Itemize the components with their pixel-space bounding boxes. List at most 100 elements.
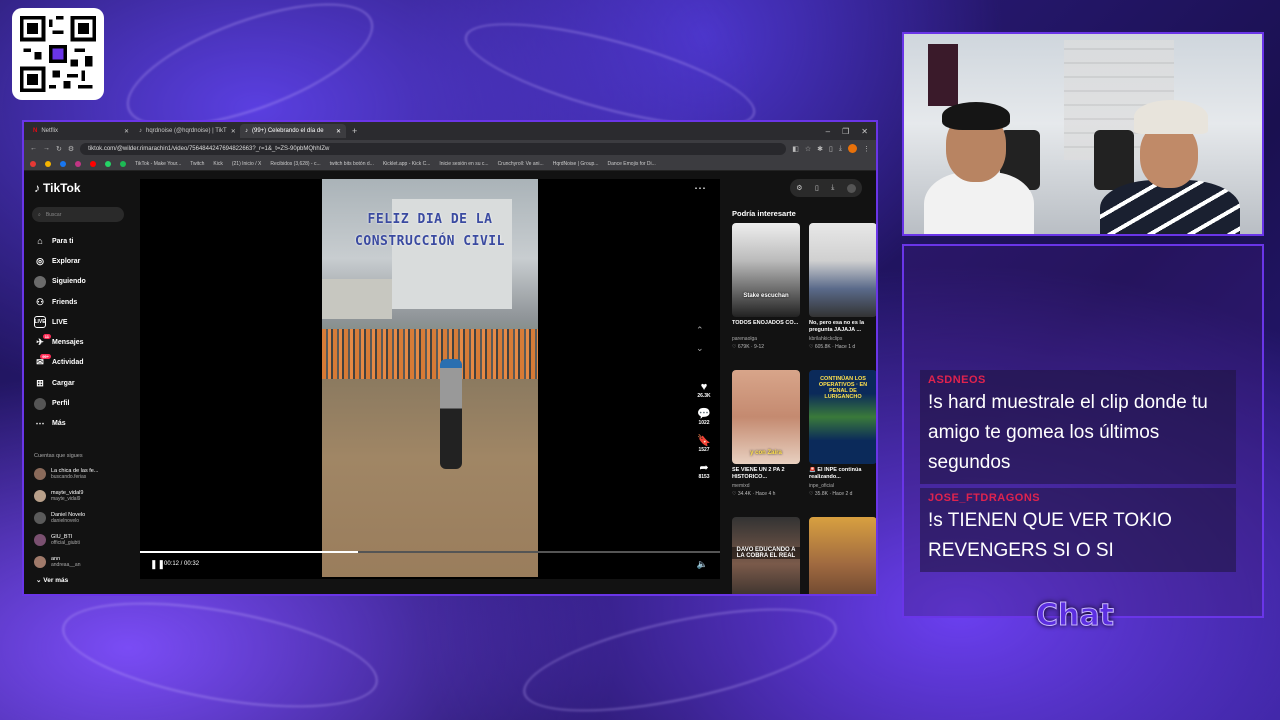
bookmark-icon[interactable] (45, 160, 51, 167)
sidebar-item-mensajes[interactable]: ✈ 11 Mensajes (34, 332, 86, 352)
settings-icon[interactable]: ⚙ (796, 184, 802, 192)
tab-netflix[interactable]: N Netflix ✕ (28, 124, 134, 138)
avatar (34, 556, 46, 568)
site-info-icon[interactable]: ⚙ (68, 145, 74, 153)
bookmark-twitch[interactable]: Twitch (190, 161, 204, 167)
tab-active-video[interactable]: ♪ (99+) Celebrando el día de ✕ (240, 124, 346, 138)
bookmark-dance-emojis[interactable]: Dance Emojis for Di... (607, 161, 655, 167)
star-icon[interactable]: ☆ (805, 145, 811, 153)
url-field[interactable]: tiktok.com/@wilder.rimarachin1/video/756… (80, 142, 787, 155)
avatar[interactable] (846, 183, 856, 193)
following-account[interactable]: ann andreaa__an (34, 551, 98, 573)
webcam-feed (902, 32, 1264, 236)
following-account[interactable]: GIU_BTI official_giubti (34, 529, 98, 551)
bookmark-twitch-bits[interactable]: twitch bits botón d... (330, 161, 374, 167)
card-author: inpe_oficial (809, 483, 835, 489)
following-account[interactable]: mayte_vidal9 mayte_vidal9 (34, 485, 98, 507)
pause-icon[interactable]: ❚❚ (150, 559, 165, 570)
sidebar-item-actividad[interactable]: ✉ 99+ Actividad (34, 353, 86, 373)
suggestion-card[interactable]: Stake escuchan TODOS ENOJADOS CO... pare… (732, 223, 800, 350)
more-options-icon[interactable]: ⋯ (694, 181, 707, 195)
sidebar-item-friends[interactable]: ⚇ Friends (34, 292, 86, 312)
new-tab-button[interactable]: + (346, 126, 363, 136)
close-window-icon[interactable]: ✕ (861, 127, 868, 136)
bookmark-icon[interactable] (60, 160, 66, 167)
bookmark-icon[interactable] (75, 160, 81, 167)
card-author: kbrilahkickclips (809, 336, 843, 342)
download-icon[interactable]: ⤓ (839, 145, 842, 153)
download-icon[interactable]: ⤓ (831, 184, 834, 192)
tab-hqrdnoise[interactable]: ♪ hqrdnoise (@hqrdnoise) | TikT ✕ (134, 124, 240, 138)
chevron-down-icon[interactable]: ⌄ (696, 339, 704, 357)
bookmark-tiktok[interactable]: TikTok - Make Your... (135, 161, 181, 167)
sidebar-icon[interactable]: ▯ (829, 145, 833, 153)
sidebar-item-mas[interactable]: ⋯ Más (34, 414, 86, 434)
suggestion-card[interactable]: y con Zaira SE VIENE UN 2 PA 2 HISTORICO… (732, 370, 800, 497)
close-tab-icon[interactable]: ✕ (336, 128, 341, 135)
bookmark-icon[interactable] (120, 160, 126, 167)
share-icon: ➦ (699, 462, 709, 474)
profile-avatar[interactable] (848, 144, 857, 153)
suggestion-card[interactable] (809, 517, 876, 594)
maximize-icon[interactable]: ❐ (842, 127, 849, 136)
bookmark-kick[interactable]: Kick (213, 161, 222, 167)
back-icon[interactable]: ← (30, 145, 37, 152)
reload-icon[interactable]: ↻ (56, 145, 62, 153)
phone-icon[interactable]: ▯ (815, 184, 819, 192)
bookmark-x[interactable]: (21) Inicio / X (232, 161, 261, 167)
bookmark-icon[interactable] (30, 160, 36, 167)
profile-icon (34, 397, 46, 410)
like-button[interactable]: ♥ 26.3K (692, 381, 716, 399)
player-toolbar: ⚙ ▯ ⤓ (790, 179, 862, 197)
forward-icon[interactable]: → (43, 145, 50, 152)
see-more-button[interactable]: ⌄ Ver más (36, 576, 68, 584)
bookmark-login[interactable]: Inicie sesión en su c... (439, 161, 488, 167)
sidebar-item-para-ti[interactable]: ⌂ Para ti (34, 231, 86, 251)
video-player[interactable]: FELIZ DIA DE LA CONSTRUCCIÓN CIVIL ❚❚ 00… (140, 179, 720, 579)
card-author: memixd (732, 483, 750, 489)
sidebar-item-label: Actividad (52, 359, 84, 367)
bookmark-button[interactable]: 🔖 1527 (692, 434, 716, 453)
sidebar-item-label: Cargar (52, 379, 75, 387)
sidebar-item-siguiendo[interactable]: Siguiendo (34, 272, 86, 292)
following-account[interactable]: Daniel Novelo danielnovelo (34, 507, 98, 529)
sidebar-item-label: Friends (52, 298, 78, 306)
share-button[interactable]: ➦ 8153 (692, 461, 716, 480)
bookmark-gmail[interactable]: Recibidos (3,628) - c... (270, 161, 320, 167)
extension-icon[interactable]: ◧ (792, 145, 799, 153)
following-account[interactable]: La chica de las fe... buscando.ferias (34, 463, 98, 485)
close-tab-icon[interactable]: ✕ (231, 128, 236, 135)
bookmark-icon[interactable] (105, 160, 111, 167)
live-icon: LIVE (34, 316, 46, 329)
bookmark-kicklet[interactable]: Kicklet.app - Kick C... (383, 161, 431, 167)
window-controls: – ❐ ✕ (826, 127, 876, 136)
chat-messages: ASDNEOS !s hard muestrale el clip donde … (920, 370, 1236, 576)
extensions-icon[interactable]: ✱ (817, 145, 823, 153)
progress-bar[interactable] (140, 551, 720, 553)
menu-icon[interactable]: ⋮ (863, 145, 870, 153)
bookmark-count: 1527 (698, 447, 710, 453)
home-icon: ⌂ (37, 236, 43, 247)
video-frame[interactable]: FELIZ DIA DE LA CONSTRUCCIÓN CIVIL (322, 179, 538, 577)
volume-icon[interactable]: 🔈 (697, 559, 708, 570)
sidebar-item-live[interactable]: LIVE LIVE (34, 312, 86, 332)
suggestion-card[interactable]: No, pero esa no es la pregunta JAJAJA ..… (809, 223, 876, 350)
minimize-icon[interactable]: – (826, 127, 830, 136)
sidebar-item-explorar[interactable]: ◎ Explorar (34, 251, 86, 271)
progress-fill (140, 551, 358, 553)
bookmark-crunchyroll[interactable]: Crunchyroll: Ve ani... (498, 161, 544, 167)
chevron-up-icon[interactable]: ⌃ (696, 321, 704, 339)
tiktok-logo[interactable]: ♪ TikTok (34, 181, 81, 195)
suggestion-card[interactable]: CONTINÚAN LOS OPERATIVOS · EN PENAL DE L… (809, 370, 876, 497)
tiktok-icon: ♪ (139, 128, 142, 134)
search-input[interactable]: ⌕ Buscar (32, 207, 124, 222)
bookmark-hqrdnoise[interactable]: HqrdNoise | Group... (553, 161, 599, 167)
close-tab-icon[interactable]: ✕ (124, 128, 129, 135)
chat-text: !s hard muestrale el clip donde tu amigo… (928, 392, 1208, 473)
bookmark-icon[interactable] (90, 160, 96, 167)
sidebar-item-perfil[interactable]: Perfil (34, 393, 86, 413)
suggestion-card[interactable]: DAVO EDUCANDO A LA COBRA EL REAL (732, 517, 800, 594)
tab-label: Netflix (41, 128, 59, 134)
comment-button[interactable]: 💬 1022 (692, 407, 716, 426)
sidebar-item-cargar[interactable]: ⊞ Cargar (34, 373, 86, 393)
